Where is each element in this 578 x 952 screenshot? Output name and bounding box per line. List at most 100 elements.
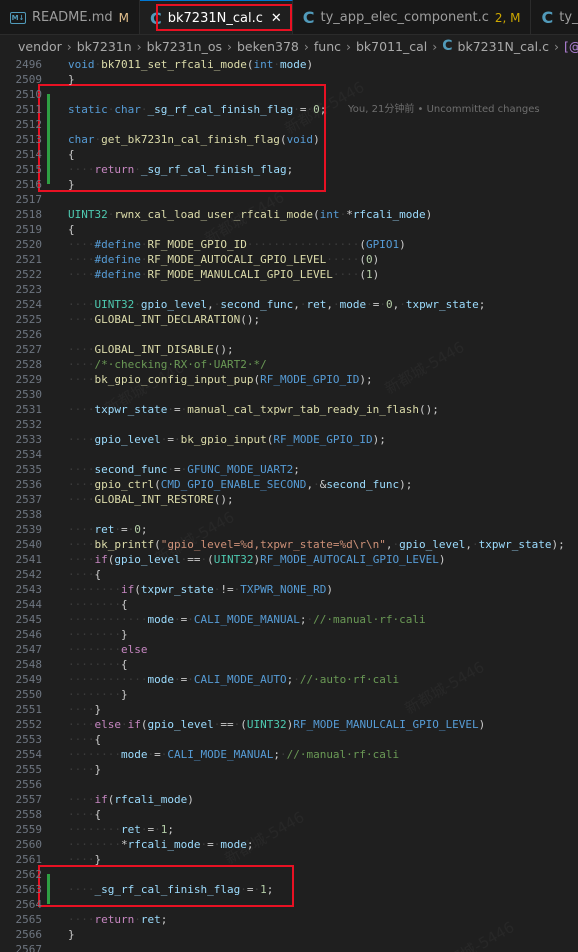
code-text[interactable]: ····second_func·=·GFUNC_MODE_UART2;	[68, 462, 300, 477]
code-line[interactable]: 2539 ····ret·=·0;	[0, 522, 578, 537]
code-line[interactable]: 2555 ····}	[0, 762, 578, 777]
code-text[interactable]: ········else	[68, 642, 147, 657]
code-line[interactable]: 2540 ····bk_printf("gpio_level=%d,txpwr_s…	[0, 537, 578, 552]
code-line[interactable]: 2533 ····gpio_level·=·bk_gpio_input(RF_MO…	[0, 432, 578, 447]
code-text[interactable]: ····else·if(gpio_level·==·(UINT32)RF_MOD…	[68, 717, 485, 732]
code-line[interactable]: 2553 ····{	[0, 732, 578, 747]
code-line[interactable]: 2542 ····{	[0, 567, 578, 582]
code-text[interactable]: ····#define·RF_MODE_GPIO_ID·············…	[68, 237, 406, 252]
code-text[interactable]: }	[68, 177, 75, 192]
code-text[interactable]: ········}	[68, 687, 128, 702]
code-text[interactable]: ····return·ret;	[68, 912, 167, 927]
code-line[interactable]: 2514 {	[0, 147, 578, 162]
code-text[interactable]: ····}	[68, 762, 101, 777]
code-line[interactable]: 2527 ····GLOBAL_INT_DISABLE();	[0, 342, 578, 357]
code-line[interactable]: 2562	[0, 867, 578, 882]
code-line[interactable]: 2530	[0, 387, 578, 402]
code-line[interactable]: 2524 ····UINT32·gpio_level,·second_func,·…	[0, 297, 578, 312]
code-text[interactable]: ····UINT32·gpio_level,·second_func,·ret,…	[68, 297, 485, 312]
breadcrumb-item[interactable]: bk7231N_cal.c	[458, 39, 549, 54]
code-text[interactable]: ····GLOBAL_INT_DECLARATION();	[68, 312, 260, 327]
code-line[interactable]: 2513 char·get_bk7231n_cal_finish_flag(voi…	[0, 132, 578, 147]
code-line[interactable]: 2563 ····_sg_rf_cal_finish_flag·=·1;	[0, 882, 578, 897]
tab-bk7231n-cal-c[interactable]: Cbk7231N_cal.c ✕	[140, 0, 293, 34]
code-text[interactable]: ····if(rfcali_mode)	[68, 792, 194, 807]
code-text[interactable]: ····{	[68, 807, 101, 822]
code-line[interactable]: 2546 ········}	[0, 627, 578, 642]
code-text[interactable]: {	[68, 222, 75, 237]
code-text[interactable]: char·get_bk7231n_cal_finish_flag(void)	[68, 132, 320, 147]
code-text[interactable]: ········{	[68, 597, 128, 612]
tab-ty-app-elec-component-c[interactable]: Cty_app_elec_component.c 2, M	[293, 0, 532, 34]
code-line[interactable]: 2525 ····GLOBAL_INT_DECLARATION();	[0, 312, 578, 327]
code-text[interactable]: ········if(txpwr_state·!=·TXPWR_NONE_RD)	[68, 582, 333, 597]
code-line[interactable]: 2538	[0, 507, 578, 522]
tab-readme-md[interactable]: M↓ README.md M	[0, 0, 140, 34]
code-line[interactable]: 2560 ········*rfcali_mode·=·mode;	[0, 837, 578, 852]
code-line[interactable]: 2541 ····if(gpio_level·==·(UINT32)RF_MODE…	[0, 552, 578, 567]
code-line[interactable]: 2512	[0, 117, 578, 132]
code-line[interactable]: 2556	[0, 777, 578, 792]
code-line[interactable]: 2547 ········else	[0, 642, 578, 657]
code-text[interactable]: ····}	[68, 852, 101, 867]
code-line[interactable]: 2536 ····gpio_ctrl(CMD_GPIO_ENABLE_SECOND…	[0, 477, 578, 492]
breadcrumb-item[interactable]: bk7011_cal	[356, 39, 427, 54]
code-text[interactable]: ····GLOBAL_INT_RESTORE();	[68, 492, 234, 507]
code-line[interactable]: 2518 UINT32·rwnx_cal_load_user_rfcali_mod…	[0, 207, 578, 222]
code-line[interactable]: 2566}	[0, 927, 578, 942]
code-line[interactable]: 2496 void·bk7011_set_rfcali_mode(int·mode…	[0, 57, 578, 72]
code-editor[interactable]: 2496 void·bk7011_set_rfcali_mode(int·mode…	[0, 57, 578, 952]
code-line[interactable]: 2519 {	[0, 222, 578, 237]
code-text[interactable]: ····gpio_ctrl(CMD_GPIO_ENABLE_SECOND,·&s…	[68, 477, 412, 492]
breadcrumb-item[interactable]: beken378	[237, 39, 299, 54]
code-line[interactable]: 2548 ········{	[0, 657, 578, 672]
tab-ty-[interactable]: Cty_	[531, 0, 578, 34]
code-line[interactable]: 2515 ····return·_sg_rf_cal_finish_flag;	[0, 162, 578, 177]
code-line[interactable]: 2561 ····}	[0, 852, 578, 867]
code-text[interactable]: static·char·_sg_rf_cal_finish_flag·=·0;	[68, 102, 326, 117]
code-text[interactable]: ············mode·=·CALI_MODE_MANUAL;·//·…	[68, 612, 426, 627]
code-text[interactable]: ····gpio_level·=·bk_gpio_input(RF_MODE_G…	[68, 432, 386, 447]
code-line[interactable]: 2517	[0, 192, 578, 207]
code-text[interactable]: ····GLOBAL_INT_DISABLE();	[68, 342, 234, 357]
code-line[interactable]: 2565 ····return·ret;	[0, 912, 578, 927]
code-text[interactable]: ····if(gpio_level·==·(UINT32)RF_MODE_AUT…	[68, 552, 446, 567]
code-line[interactable]: 2558 ····{	[0, 807, 578, 822]
code-line[interactable]: 2552 ····else·if(gpio_level·==·(UINT32)RF…	[0, 717, 578, 732]
code-line[interactable]: 2535 ····second_func·=·GFUNC_MODE_UART2;	[0, 462, 578, 477]
close-icon[interactable]: ✕	[271, 11, 282, 26]
code-line[interactable]: 2532	[0, 417, 578, 432]
breadcrumb-item[interactable]: vendor	[18, 39, 62, 54]
code-line[interactable]: 2522 ····#define·RF_MODE_MANULCALI_GPIO_L…	[0, 267, 578, 282]
code-line[interactable]: 2511 static·char·_sg_rf_cal_finish_flag·=…	[0, 102, 578, 117]
code-line[interactable]: 2534	[0, 447, 578, 462]
code-line[interactable]: 2521 ····#define·RF_MODE_AUTOCALI_GPIO_LE…	[0, 252, 578, 267]
code-line[interactable]: 2544 ········{	[0, 597, 578, 612]
code-text[interactable]: ········mode·=·CALI_MODE_MANUAL;·//·manu…	[68, 747, 399, 762]
code-line[interactable]: 2551 ····}	[0, 702, 578, 717]
code-text[interactable]: }	[68, 72, 75, 87]
code-text[interactable]: }	[68, 927, 75, 942]
code-text[interactable]: ····/*·checking·RX·of·UART2·*/	[68, 357, 267, 372]
code-line[interactable]: 2509}	[0, 72, 578, 87]
code-line[interactable]: 2537 ····GLOBAL_INT_RESTORE();	[0, 492, 578, 507]
breadcrumb-item[interactable]: func	[314, 39, 341, 54]
code-text[interactable]: ····bk_gpio_config_input_pup(RF_MODE_GPI…	[68, 372, 373, 387]
code-text[interactable]: ····return·_sg_rf_cal_finish_flag;	[68, 162, 293, 177]
code-text[interactable]: ····{	[68, 732, 101, 747]
code-line[interactable]: 2543 ········if(txpwr_state·!=·TXPWR_NONE…	[0, 582, 578, 597]
code-line[interactable]: 2516}	[0, 177, 578, 192]
code-text[interactable]: ········*rfcali_mode·=·mode;	[68, 837, 253, 852]
code-line[interactable]: 2520 ····#define·RF_MODE_GPIO_ID·········…	[0, 237, 578, 252]
code-text[interactable]: ····#define·RF_MODE_MANULCALI_GPIO_LEVEL…	[68, 267, 379, 282]
code-text[interactable]: UINT32·rwnx_cal_load_user_rfcali_mode(in…	[68, 207, 432, 222]
code-text[interactable]: ············mode·=·CALI_MODE_AUTO;·//·au…	[68, 672, 399, 687]
code-text[interactable]: void·bk7011_set_rfcali_mode(int·mode)	[68, 57, 313, 72]
code-line[interactable]: 2531 ····txpwr_state·=·manual_cal_txpwr_t…	[0, 402, 578, 417]
code-line[interactable]: 2529 ····bk_gpio_config_input_pup(RF_MODE…	[0, 372, 578, 387]
code-text[interactable]: ····#define·RF_MODE_AUTOCALI_GPIO_LEVEL·…	[68, 252, 379, 267]
code-line[interactable]: 2545 ············mode·=·CALI_MODE_MANUAL;…	[0, 612, 578, 627]
code-text[interactable]: ····ret·=·0;	[68, 522, 148, 537]
code-line[interactable]: 2523	[0, 282, 578, 297]
code-text[interactable]: ········{	[68, 657, 128, 672]
